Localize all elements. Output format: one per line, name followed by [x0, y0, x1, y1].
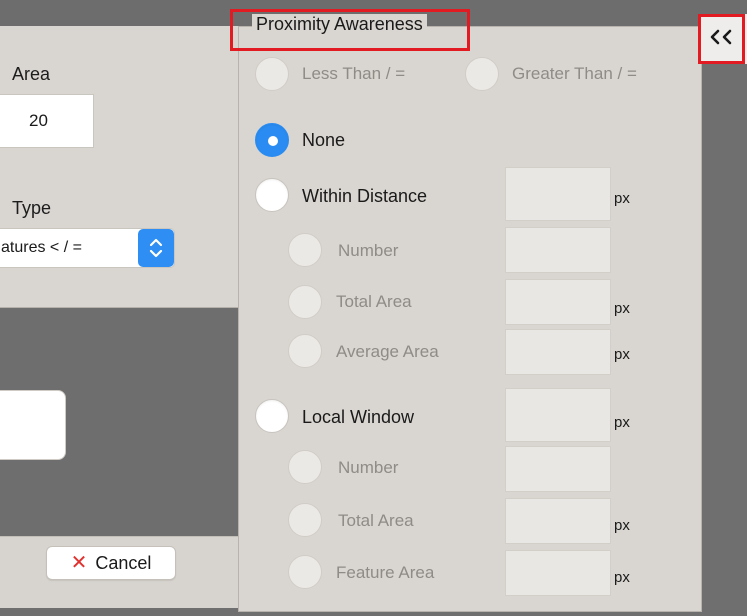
- local-feature-area-radio[interactable]: [288, 555, 322, 589]
- greater-than-label: Greater Than / =: [512, 64, 637, 83]
- select-chevron-icon[interactable]: [138, 229, 174, 267]
- local-feature-area-label: Feature Area: [336, 563, 435, 582]
- local-total-area-input[interactable]: [505, 498, 611, 544]
- local-number-radio[interactable]: [288, 450, 322, 484]
- within-average-area-unit: px: [614, 346, 630, 363]
- local-window-radio[interactable]: [255, 399, 289, 433]
- within-total-area-input[interactable]: [505, 279, 611, 325]
- local-window-label: Local Window: [302, 407, 415, 427]
- greater-than-radio[interactable]: [465, 57, 499, 91]
- proximity-title: Proximity Awareness: [252, 14, 427, 35]
- area-input[interactable]: 20: [0, 94, 94, 148]
- less-than-label: Less Than / =: [302, 64, 406, 83]
- within-distance-label: Within Distance: [302, 186, 428, 206]
- local-number-input[interactable]: [505, 446, 611, 492]
- none-label: None: [302, 130, 346, 150]
- collapse-panel-button[interactable]: [698, 14, 745, 64]
- area-input-value: 20: [29, 111, 48, 130]
- within-average-area-input[interactable]: [505, 329, 611, 375]
- local-number-label: Number: [338, 458, 399, 477]
- close-icon: ✕: [70, 552, 88, 574]
- local-feature-area-unit: px: [614, 569, 630, 586]
- less-than-radio[interactable]: [255, 57, 289, 91]
- cancel-button[interactable]: ✕ Cancel: [46, 546, 176, 580]
- local-total-area-unit: px: [614, 517, 630, 534]
- cancel-button-label: Cancel: [95, 552, 152, 573]
- area-label: Area: [12, 64, 51, 84]
- within-distance-unit: px: [614, 190, 630, 207]
- none-radio[interactable]: [255, 123, 289, 157]
- within-average-area-label: Average Area: [336, 342, 439, 361]
- within-total-area-radio[interactable]: [288, 285, 322, 319]
- within-total-area-label: Total Area: [336, 292, 412, 311]
- within-number-radio[interactable]: [288, 233, 322, 267]
- type-select[interactable]: atures < / =: [0, 228, 175, 268]
- type-select-value: atures < / =: [1, 239, 82, 256]
- double-chevron-left-icon: [709, 29, 735, 50]
- type-label: Type: [12, 198, 52, 218]
- local-feature-area-input[interactable]: [505, 550, 611, 596]
- local-window-input[interactable]: [505, 388, 611, 442]
- app-window: Area 20 Type atures < / = ✕ Cancel Proxi…: [0, 0, 747, 616]
- local-window-unit: px: [614, 414, 630, 431]
- collapsed-card[interactable]: [0, 390, 66, 460]
- within-distance-input[interactable]: [505, 167, 611, 221]
- local-total-area-radio[interactable]: [288, 503, 322, 537]
- within-number-label: Number: [338, 241, 399, 260]
- within-average-area-radio[interactable]: [288, 334, 322, 368]
- within-total-area-unit: px: [614, 300, 630, 317]
- within-number-input[interactable]: [505, 227, 611, 273]
- local-total-area-label: Total Area: [338, 511, 414, 530]
- within-distance-radio[interactable]: [255, 178, 289, 212]
